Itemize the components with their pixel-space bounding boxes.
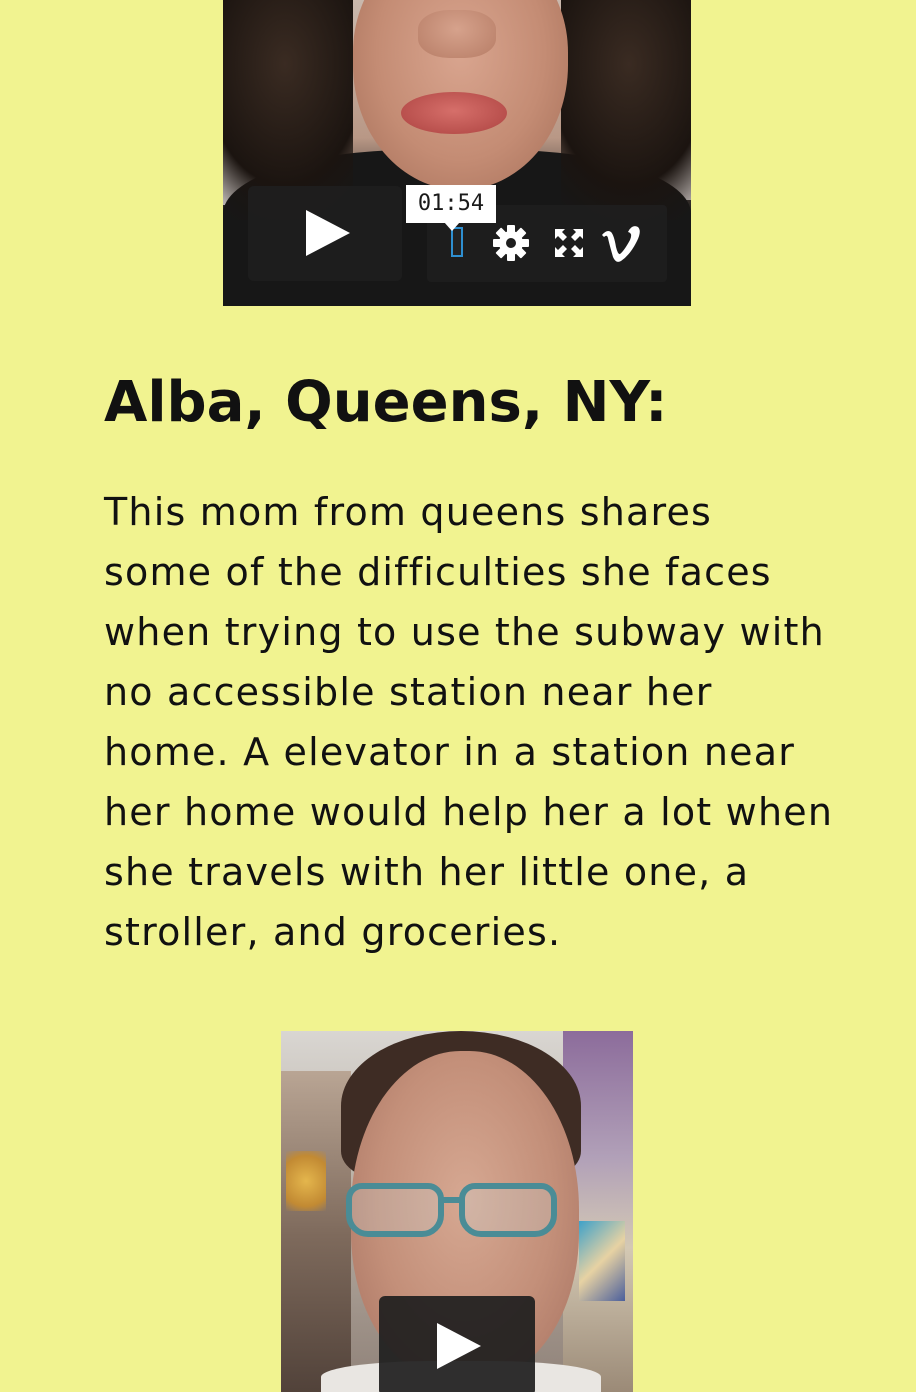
- fullscreen-icon[interactable]: [553, 227, 585, 259]
- paragraph-line: when trying to use the subway with: [104, 610, 825, 654]
- video-frame-glasses: [441, 1197, 463, 1203]
- paragraph-line: no accessible station near her: [104, 670, 713, 714]
- vimeo-icon[interactable]: [599, 221, 641, 265]
- paragraph-line: home. A elevator in a station near: [104, 730, 796, 774]
- paragraph-line: her home would help her a lot when: [104, 790, 834, 834]
- video-player-1[interactable]: [223, 0, 691, 306]
- play-icon: [437, 1323, 481, 1369]
- paragraph-line: some of the difficulties she faces: [104, 550, 772, 594]
- paragraph-line: stroller, and groceries.: [104, 910, 562, 954]
- video-frame-hair: [561, 0, 691, 220]
- page: 01:54 Alba, Queens, NY: This mom from qu…: [0, 0, 916, 1392]
- paragraph-line: This mom from queens shares: [104, 490, 713, 534]
- progress-marker[interactable]: [451, 227, 463, 257]
- play-icon: [306, 210, 350, 256]
- play-button[interactable]: [379, 1296, 535, 1392]
- video-frame-glasses: [459, 1183, 557, 1237]
- gear-icon[interactable]: [491, 223, 531, 263]
- paragraph-line: she travels with her little one, a: [104, 850, 750, 894]
- video-frame-lips: [401, 92, 507, 134]
- play-button[interactable]: [248, 186, 402, 281]
- video-background: [579, 1221, 625, 1301]
- time-tooltip: 01:54: [406, 185, 496, 223]
- video-frame-glasses: [346, 1183, 444, 1237]
- video-frame-nose: [418, 10, 496, 58]
- video-background: [286, 1151, 326, 1211]
- tooltip-arrow: [444, 222, 460, 231]
- section-heading: Alba, Queens, NY:: [104, 370, 668, 435]
- video-player-2[interactable]: [281, 1031, 633, 1392]
- section-paragraph: This mom from queens shares some of the …: [104, 482, 844, 962]
